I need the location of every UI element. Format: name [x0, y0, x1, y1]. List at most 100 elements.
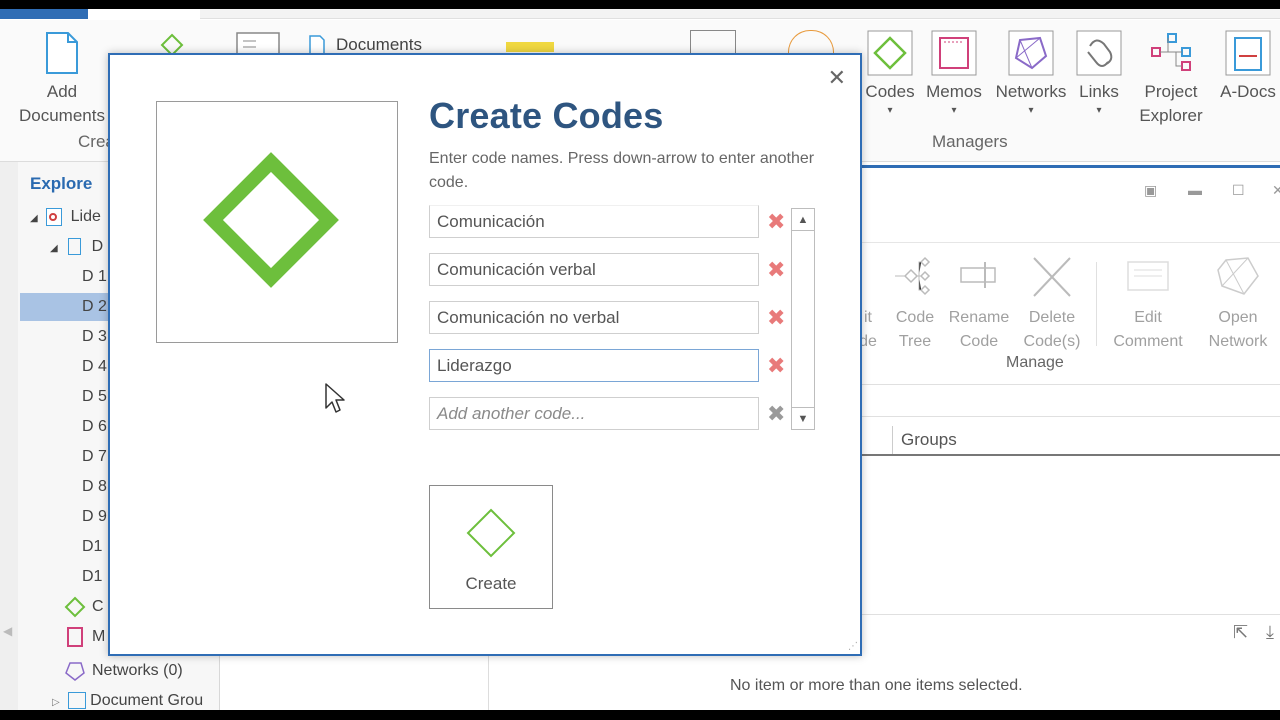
links-label: Links — [1079, 82, 1119, 101]
dialog-title: Create Codes — [429, 95, 664, 136]
tree-document-item[interactable]: D 3 — [82, 323, 107, 351]
project-explorer-button[interactable]: Project Explorer — [1128, 30, 1214, 128]
groups-column-header[interactable]: Groups — [860, 426, 1280, 456]
groups-header-label: Groups — [901, 430, 957, 449]
tree-document-item[interactable]: D 5 — [82, 383, 107, 411]
document-group-icon — [68, 692, 87, 710]
scroll-down-icon[interactable]: ▼ — [792, 407, 814, 429]
tree-label: D 8 — [82, 478, 107, 495]
tree-document-item[interactable]: D 4 — [82, 353, 107, 381]
dock-icon[interactable]: ⤓ — [1266, 622, 1274, 643]
tree-document-item[interactable]: D 1 — [82, 263, 107, 291]
tree-document-item[interactable]: D1 — [82, 533, 102, 561]
close-icon[interactable]: ✕ — [1272, 182, 1280, 199]
explore-title: Explore — [30, 174, 93, 193]
create-button-label: Create — [465, 574, 517, 593]
memos-manager-button[interactable]: Memos ▾ — [922, 30, 986, 118]
remove-code-icon[interactable]: ✖ — [767, 211, 785, 233]
tree-label: Document Grou — [90, 692, 204, 709]
tree-document-item[interactable]: D1 — [82, 563, 102, 591]
tree-document-item[interactable]: D 9 — [82, 503, 107, 531]
collapse-arrow-icon[interactable]: ◀ — [3, 624, 12, 638]
expand-arrow-icon[interactable]: ◢ — [30, 213, 38, 224]
tree-document-item[interactable]: D 8 — [82, 473, 107, 501]
tree-label: D — [91, 238, 104, 255]
code-tree-button[interactable]: Code Tree — [888, 254, 942, 354]
tree-document-item[interactable]: D 6 — [82, 413, 107, 441]
file-tab[interactable] — [0, 9, 88, 19]
manage-group-label: Manage — [1006, 354, 1064, 371]
code-icon — [466, 508, 516, 558]
code-name-field[interactable]: Comunicación no verbal — [429, 301, 759, 334]
add-code-field[interactable]: Add another code... — [429, 397, 759, 430]
scroll-up-icon[interactable]: ▲ — [792, 209, 814, 231]
code-name-field[interactable]: Liderazgo — [429, 349, 759, 382]
remove-code-icon[interactable]: ✖ — [767, 259, 785, 281]
tree-label: C — [92, 598, 104, 615]
title-bar — [0, 0, 1280, 20]
code-tree-label: Code Tree — [895, 309, 935, 350]
tree-document-item[interactable]: D 2 — [20, 293, 110, 321]
document-icon — [68, 238, 82, 256]
delete-codes-button[interactable]: Delete Code(s) — [1016, 254, 1088, 354]
expand-arrow-icon[interactable]: ▷ — [52, 697, 60, 708]
links-manager-button[interactable]: Links ▾ — [1074, 30, 1124, 118]
tree-label: D 5 — [82, 388, 107, 405]
tree-label: D 6 — [82, 418, 107, 435]
tree-label: D 3 — [82, 328, 107, 345]
code-preview — [156, 101, 398, 343]
networks-label: Networks — [995, 82, 1067, 101]
dialog-hint: Enter code names. Press down-arrow to en… — [429, 150, 815, 191]
codes-label: Codes — [865, 82, 915, 101]
rename-icon — [960, 262, 996, 288]
codes-manager-button[interactable]: Codes ▾ — [862, 30, 918, 118]
pop-out-icon[interactable]: ⇱ — [1233, 622, 1248, 643]
remove-code-icon[interactable]: ✖ — [767, 307, 785, 329]
minimize-icon[interactable]: ▬ — [1188, 182, 1202, 198]
tree-document-item[interactable]: D 7 — [82, 443, 107, 471]
add-documents-button[interactable]: Add Documents — [12, 30, 112, 128]
maximize-icon[interactable]: ☐ — [1232, 182, 1245, 199]
rename-code-button[interactable]: Rename Code — [944, 254, 1014, 354]
network-icon — [1008, 30, 1054, 76]
remove-code-icon[interactable]: ✖ — [767, 355, 785, 377]
create-codes-dialog: ✕ Create Codes Enter code names. Press d… — [108, 53, 862, 656]
code-icon — [867, 30, 913, 76]
create-button[interactable]: Create — [429, 485, 553, 609]
resize-grip-icon[interactable]: ⋰ — [848, 641, 858, 652]
restore-icon[interactable]: ▣ — [1144, 182, 1157, 199]
codes-caret-icon: ▾ — [887, 105, 893, 116]
tree-networks-node[interactable]: Networks (0) — [64, 657, 183, 685]
add-documents-label: Add Documents — [19, 82, 105, 125]
remove-code-icon[interactable]: ✖ — [767, 403, 785, 425]
tree-label: D1 — [82, 538, 103, 555]
tree-label: D 2 — [82, 298, 107, 315]
code-name-field[interactable]: Comunicación verbal — [429, 253, 759, 286]
memos-caret-icon: ▾ — [951, 105, 957, 116]
networks-manager-button[interactable]: Networks ▾ — [990, 30, 1072, 118]
tree-codes-node[interactable]: C — [64, 593, 104, 621]
tree-label: D 4 — [82, 358, 107, 375]
code-icon — [203, 152, 339, 288]
tree-label: Lide — [70, 208, 101, 225]
pane-collapse-strip[interactable]: ◀ — [0, 162, 18, 710]
code-tree-icon — [895, 256, 931, 296]
documents-label: Documents — [336, 35, 422, 54]
tree-memos-node[interactable]: M — [64, 623, 105, 651]
tree-label: D1 — [82, 568, 103, 585]
delete-codes-label: Delete Code(s) — [1023, 309, 1081, 350]
code-name-field[interactable]: Comunicación — [429, 205, 759, 238]
selection-status: No item or more than one items selected. — [730, 677, 1023, 694]
close-icon[interactable]: ✕ — [828, 65, 846, 91]
project-explorer-icon — [1151, 33, 1191, 71]
document-icon — [46, 32, 78, 74]
tree-label: M — [92, 628, 106, 645]
a-docs-button[interactable]: A-Docs — [1216, 30, 1280, 104]
expand-arrow-icon[interactable]: ◢ — [50, 243, 58, 254]
edit-comment-button[interactable]: Edit Comment — [1106, 254, 1190, 354]
open-network-label: Open Network — [1208, 309, 1268, 350]
open-network-button[interactable]: Open Network — [1200, 254, 1276, 354]
code-list-scrollbar[interactable]: ▲ ▼ — [791, 208, 815, 430]
tree-documents-node[interactable]: ◢ D — [50, 233, 103, 261]
tree-project-node[interactable]: ◢ Lide — [30, 203, 101, 231]
